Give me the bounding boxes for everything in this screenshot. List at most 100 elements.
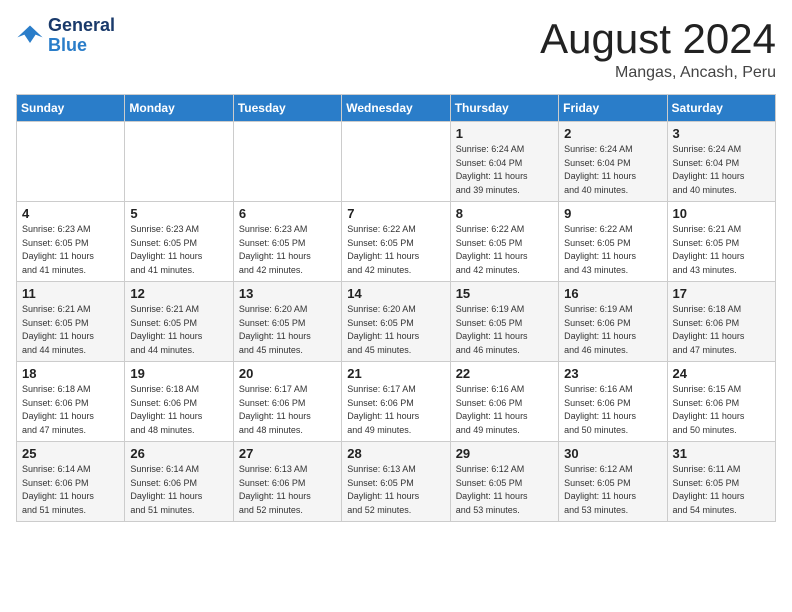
day-number: 8 [456, 206, 553, 221]
day-info: Sunrise: 6:12 AM Sunset: 6:05 PM Dayligh… [564, 463, 661, 517]
day-number: 21 [347, 366, 444, 381]
day-number: 2 [564, 126, 661, 141]
calendar-day: 17 Sunrise: 6:18 AM Sunset: 6:06 PM Dayli… [667, 282, 775, 362]
day-info: Sunrise: 6:14 AM Sunset: 6:06 PM Dayligh… [130, 463, 227, 517]
calendar-day: 27 Sunrise: 6:13 AM Sunset: 6:06 PM Dayli… [233, 442, 341, 522]
day-info: Sunrise: 6:23 AM Sunset: 6:05 PM Dayligh… [239, 223, 336, 277]
day-number: 17 [673, 286, 770, 301]
day-info: Sunrise: 6:16 AM Sunset: 6:06 PM Dayligh… [456, 383, 553, 437]
day-info: Sunrise: 6:12 AM Sunset: 6:05 PM Dayligh… [456, 463, 553, 517]
day-number: 19 [130, 366, 227, 381]
calendar-day: 9 Sunrise: 6:22 AM Sunset: 6:05 PM Daylig… [559, 202, 667, 282]
day-number: 18 [22, 366, 119, 381]
title-block: August 2024 Mangas, Ancash, Peru [540, 16, 776, 82]
day-info: Sunrise: 6:14 AM Sunset: 6:06 PM Dayligh… [22, 463, 119, 517]
calendar-week-5: 25Sunrise: 6:14 AM Sunset: 6:06 PM Dayli… [17, 442, 776, 522]
day-number: 30 [564, 446, 661, 461]
weekday-header-row: SundayMondayTuesdayWednesdayThursdayFrid… [17, 95, 776, 122]
day-number: 26 [130, 446, 227, 461]
calendar-day [125, 122, 233, 202]
calendar-week-1: 1 Sunrise: 6:24 AM Sunset: 6:04 PM Daylig… [17, 122, 776, 202]
day-info: Sunrise: 6:22 AM Sunset: 6:05 PM Dayligh… [347, 223, 444, 277]
day-info: Sunrise: 6:17 AM Sunset: 6:06 PM Dayligh… [239, 383, 336, 437]
weekday-header-sunday: Sunday [17, 95, 125, 122]
calendar-day: 15 Sunrise: 6:19 AM Sunset: 6:05 PM Dayli… [450, 282, 558, 362]
day-number: 4 [22, 206, 119, 221]
calendar-day: 25Sunrise: 6:14 AM Sunset: 6:06 PM Dayli… [17, 442, 125, 522]
day-number: 7 [347, 206, 444, 221]
day-number: 1 [456, 126, 553, 141]
day-info: Sunrise: 6:24 AM Sunset: 6:04 PM Dayligh… [673, 143, 770, 197]
calendar-day: 8Sunrise: 6:22 AM Sunset: 6:05 PM Daylig… [450, 202, 558, 282]
calendar-day [17, 122, 125, 202]
day-info: Sunrise: 6:24 AM Sunset: 6:04 PM Dayligh… [564, 143, 661, 197]
day-number: 3 [673, 126, 770, 141]
day-info: Sunrise: 6:16 AM Sunset: 6:06 PM Dayligh… [564, 383, 661, 437]
day-number: 6 [239, 206, 336, 221]
day-number: 14 [347, 286, 444, 301]
day-number: 5 [130, 206, 227, 221]
day-number: 31 [673, 446, 770, 461]
day-number: 22 [456, 366, 553, 381]
calendar-day: 21Sunrise: 6:17 AM Sunset: 6:06 PM Dayli… [342, 362, 450, 442]
calendar-day: 22 Sunrise: 6:16 AM Sunset: 6:06 PM Dayli… [450, 362, 558, 442]
day-info: Sunrise: 6:21 AM Sunset: 6:05 PM Dayligh… [673, 223, 770, 277]
calendar-day: 2 Sunrise: 6:24 AM Sunset: 6:04 PM Daylig… [559, 122, 667, 202]
calendar-week-3: 11 Sunrise: 6:21 AM Sunset: 6:05 PM Dayli… [17, 282, 776, 362]
day-number: 10 [673, 206, 770, 221]
calendar-day: 1 Sunrise: 6:24 AM Sunset: 6:04 PM Daylig… [450, 122, 558, 202]
calendar-day [342, 122, 450, 202]
day-number: 27 [239, 446, 336, 461]
calendar-day: 24 Sunrise: 6:15 AM Sunset: 6:06 PM Dayli… [667, 362, 775, 442]
calendar-day: 16Sunrise: 6:19 AM Sunset: 6:06 PM Dayli… [559, 282, 667, 362]
calendar-day: 31 Sunrise: 6:11 AM Sunset: 6:05 PM Dayli… [667, 442, 775, 522]
calendar-day: 20 Sunrise: 6:17 AM Sunset: 6:06 PM Dayli… [233, 362, 341, 442]
day-info: Sunrise: 6:23 AM Sunset: 6:05 PM Dayligh… [130, 223, 227, 277]
calendar-day: 28 Sunrise: 6:13 AM Sunset: 6:05 PM Dayli… [342, 442, 450, 522]
day-info: Sunrise: 6:15 AM Sunset: 6:06 PM Dayligh… [673, 383, 770, 437]
weekday-header-friday: Friday [559, 95, 667, 122]
day-info: Sunrise: 6:23 AM Sunset: 6:05 PM Dayligh… [22, 223, 119, 277]
calendar-week-2: 4 Sunrise: 6:23 AM Sunset: 6:05 PM Daylig… [17, 202, 776, 282]
day-info: Sunrise: 6:19 AM Sunset: 6:05 PM Dayligh… [456, 303, 553, 357]
page-header: General Blue August 2024 Mangas, Ancash,… [16, 16, 776, 82]
day-info: Sunrise: 6:20 AM Sunset: 6:05 PM Dayligh… [239, 303, 336, 357]
day-info: Sunrise: 6:13 AM Sunset: 6:05 PM Dayligh… [347, 463, 444, 517]
day-info: Sunrise: 6:11 AM Sunset: 6:05 PM Dayligh… [673, 463, 770, 517]
day-info: Sunrise: 6:13 AM Sunset: 6:06 PM Dayligh… [239, 463, 336, 517]
day-number: 23 [564, 366, 661, 381]
calendar-day: 13Sunrise: 6:20 AM Sunset: 6:05 PM Dayli… [233, 282, 341, 362]
day-info: Sunrise: 6:18 AM Sunset: 6:06 PM Dayligh… [130, 383, 227, 437]
day-info: Sunrise: 6:18 AM Sunset: 6:06 PM Dayligh… [22, 383, 119, 437]
location-title: Mangas, Ancash, Peru [540, 64, 776, 82]
day-number: 28 [347, 446, 444, 461]
day-number: 24 [673, 366, 770, 381]
day-info: Sunrise: 6:20 AM Sunset: 6:05 PM Dayligh… [347, 303, 444, 357]
weekday-header-thursday: Thursday [450, 95, 558, 122]
calendar-day: 6 Sunrise: 6:23 AM Sunset: 6:05 PM Daylig… [233, 202, 341, 282]
calendar-day: 19 Sunrise: 6:18 AM Sunset: 6:06 PM Dayli… [125, 362, 233, 442]
day-info: Sunrise: 6:18 AM Sunset: 6:06 PM Dayligh… [673, 303, 770, 357]
logo-text: General Blue [48, 16, 115, 56]
calendar-day: 11 Sunrise: 6:21 AM Sunset: 6:05 PM Dayli… [17, 282, 125, 362]
logo-icon [16, 22, 44, 50]
day-info: Sunrise: 6:24 AM Sunset: 6:04 PM Dayligh… [456, 143, 553, 197]
day-info: Sunrise: 6:22 AM Sunset: 6:05 PM Dayligh… [564, 223, 661, 277]
weekday-header-monday: Monday [125, 95, 233, 122]
day-info: Sunrise: 6:19 AM Sunset: 6:06 PM Dayligh… [564, 303, 661, 357]
calendar-day: 29 Sunrise: 6:12 AM Sunset: 6:05 PM Dayli… [450, 442, 558, 522]
day-number: 11 [22, 286, 119, 301]
calendar-day: 7 Sunrise: 6:22 AM Sunset: 6:05 PM Daylig… [342, 202, 450, 282]
weekday-header-tuesday: Tuesday [233, 95, 341, 122]
day-number: 20 [239, 366, 336, 381]
day-number: 29 [456, 446, 553, 461]
calendar-day: 18 Sunrise: 6:18 AM Sunset: 6:06 PM Dayli… [17, 362, 125, 442]
day-number: 9 [564, 206, 661, 221]
calendar-week-4: 18 Sunrise: 6:18 AM Sunset: 6:06 PM Dayli… [17, 362, 776, 442]
calendar-day: 4 Sunrise: 6:23 AM Sunset: 6:05 PM Daylig… [17, 202, 125, 282]
calendar-day: 3 Sunrise: 6:24 AM Sunset: 6:04 PM Daylig… [667, 122, 775, 202]
calendar-day: 5 Sunrise: 6:23 AM Sunset: 6:05 PM Daylig… [125, 202, 233, 282]
day-info: Sunrise: 6:21 AM Sunset: 6:05 PM Dayligh… [22, 303, 119, 357]
day-number: 15 [456, 286, 553, 301]
calendar-day: 23 Sunrise: 6:16 AM Sunset: 6:06 PM Dayli… [559, 362, 667, 442]
